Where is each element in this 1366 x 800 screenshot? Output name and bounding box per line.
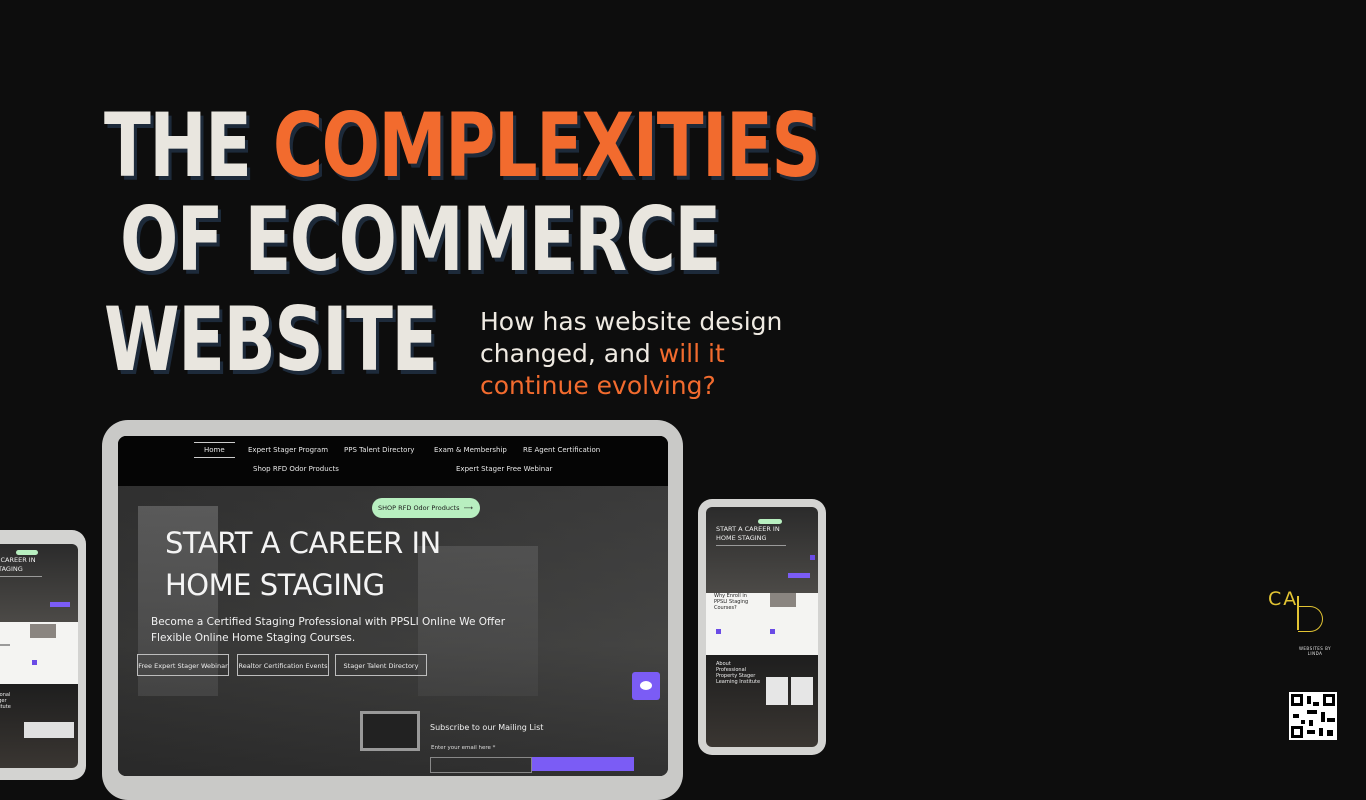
phone-left-text-line: [0, 644, 10, 646]
headline-complexities: COMPLEXITIES: [272, 94, 821, 197]
nav-home[interactable]: Home: [194, 442, 235, 458]
phone-right-dark-card-1: [766, 677, 788, 705]
phone-right-feature-icon-2: [770, 629, 775, 634]
arrow-right-icon: ⟶: [463, 504, 473, 512]
phone-left-dark-card: [24, 722, 74, 738]
shop-rfd-pill-button[interactable]: SHOP RFD Odor Products ⟶: [372, 498, 480, 518]
qr-module: [1301, 720, 1305, 724]
site-nav: Home Expert Stager Program PPS Talent Di…: [118, 436, 668, 486]
qr-module: [1313, 702, 1319, 706]
phone-right-dark-title: About Professional Property Stager Learn…: [716, 661, 761, 685]
phone-left-hero-title: A CAREER IN STAGING: [0, 556, 36, 573]
nav-expert-stager-webinar[interactable]: Expert Stager Free Webinar: [456, 465, 552, 473]
phone-left-dark-title: essional Stager Institute: [0, 692, 11, 710]
qr-module: [1307, 730, 1315, 734]
qr-module: [1307, 710, 1317, 714]
nav-shop-rfd[interactable]: Shop RFD Odor Products: [253, 465, 339, 473]
hero-title-line-2: HOME STAGING: [165, 568, 385, 602]
headline-the: THE: [104, 94, 252, 197]
phone-right-screen: START A CAREER IN HOME STAGING Why Enrol…: [706, 507, 818, 747]
chat-icon[interactable]: [632, 672, 660, 700]
hero-description: Become a Certified Staging Professional …: [151, 616, 506, 644]
qr-module: [1321, 712, 1325, 722]
phone-right-section-title: Why Enroll in PPSLI Staging Courses?: [714, 593, 749, 611]
phone-left-feature-icon: [32, 660, 37, 665]
phone-left-pill: [16, 550, 38, 555]
phone-left-card-image: [30, 624, 56, 638]
qr-module: [1319, 728, 1323, 736]
headline-line-1: THE COMPLEXITIES: [104, 102, 821, 190]
talent-directory-button[interactable]: Stager Talent Directory: [335, 654, 427, 676]
phone-right-feature-icon-1: [716, 629, 721, 634]
phone-right-dark-card-2: [791, 677, 813, 705]
phone-right-desc-line: [716, 545, 786, 546]
logo-letters: CA: [1268, 588, 1299, 610]
phone-right-pill: [758, 519, 782, 524]
nav-exam-membership[interactable]: Exam & Membership: [434, 446, 507, 454]
qr-module: [1327, 718, 1335, 722]
qr-finder-bl: [1291, 726, 1303, 738]
phone-right-hero-button[interactable]: [788, 573, 810, 578]
nav-re-agent-certification[interactable]: RE Agent Certification: [523, 446, 600, 454]
fireplace: [360, 711, 420, 751]
websites-by-linda-logo: CA WEBSITES BY LINDA: [1268, 588, 1338, 658]
phone-left-screen: A CAREER IN STAGING essional Stager Inst…: [0, 544, 78, 768]
phone-right-card-image: [770, 593, 796, 607]
email-input[interactable]: [430, 757, 532, 773]
nav-pps-talent-directory[interactable]: PPS Talent Directory: [344, 446, 414, 454]
phone-left-hero-button[interactable]: [50, 602, 70, 607]
nav-expert-stager-program[interactable]: Expert Stager Program: [248, 446, 328, 454]
shop-pill-label: SHOP RFD Odor Products: [378, 504, 460, 512]
email-label: Enter your email here *: [431, 745, 496, 751]
tablet-screen: Home Expert Stager Program PPS Talent Di…: [118, 436, 668, 776]
headline-line-3: WEBSITE: [104, 288, 438, 391]
qr-finder-tr: [1323, 694, 1335, 706]
qr-module: [1307, 696, 1311, 704]
phone-left-line: [0, 576, 42, 577]
subscribe-title: Subscribe to our Mailing List: [430, 723, 544, 732]
realtor-events-button[interactable]: Realtor Certification Events: [237, 654, 329, 676]
logo-d-bowl: [1298, 606, 1323, 632]
subheadline-plain: How has website design changed, and: [480, 307, 783, 368]
subheadline: How has website design changed, and will…: [480, 306, 810, 402]
subscribe-button[interactable]: [532, 757, 634, 771]
phone-right-hero-title: START A CAREER IN HOME STAGING: [716, 525, 780, 542]
hero-title: START A CAREER IN HOME STAGING: [165, 522, 441, 606]
qr-module: [1293, 714, 1299, 718]
free-webinar-button[interactable]: Free Expert Stager Webinar: [137, 654, 229, 676]
qr-module: [1309, 720, 1313, 726]
qr-module: [1327, 730, 1333, 736]
logo-tagline: WEBSITES BY LINDA: [1298, 646, 1332, 656]
qr-finder-tl: [1291, 694, 1303, 706]
phone-right-chat-icon[interactable]: [810, 555, 815, 560]
hero-title-line-1: START A CAREER IN: [165, 526, 441, 560]
headline-line-2: OF ECOMMERCE: [120, 188, 721, 291]
qr-code[interactable]: [1289, 692, 1337, 740]
